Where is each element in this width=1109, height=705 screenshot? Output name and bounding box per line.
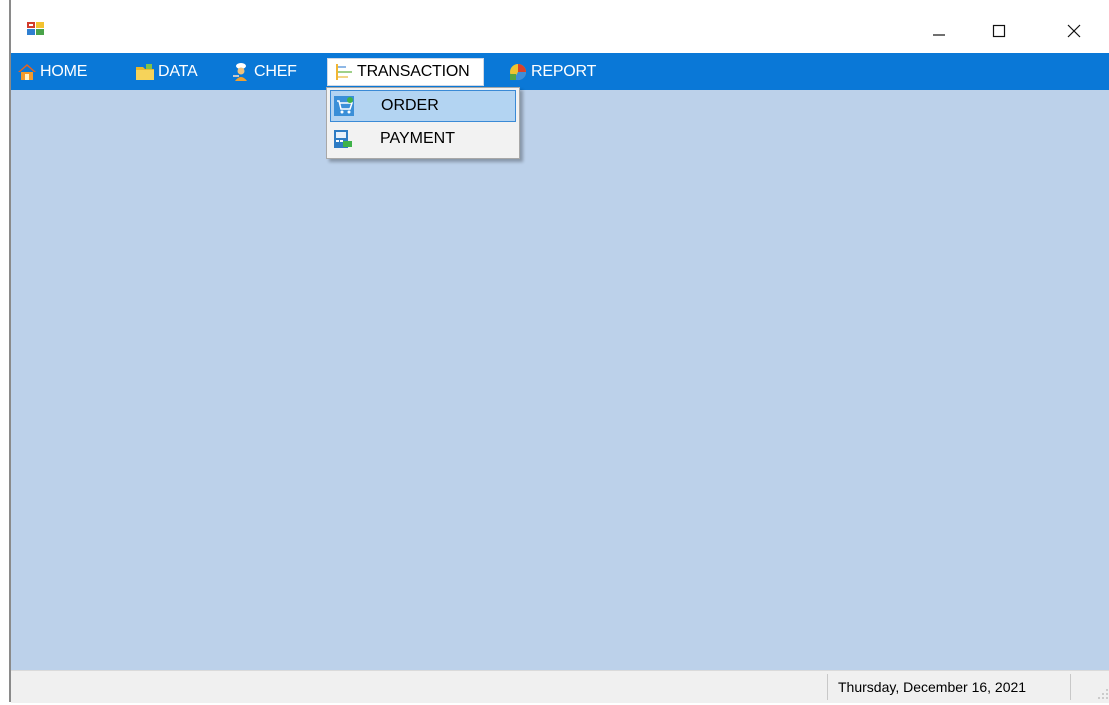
minimize-icon [933,34,945,36]
menu-item-transaction[interactable]: TRANSACTION [327,58,485,86]
status-bar: Thursday, December 16, 2021 [11,670,1109,703]
menu-item-label: CHEF [254,63,297,80]
menu-bar: HOME DATA CHEF TRANSACTION REPORT [11,53,1109,90]
maximize-button[interactable] [976,14,1022,48]
transaction-icon [334,62,354,82]
title-bar[interactable] [11,0,1109,53]
dropdown-item-label: PAYMENT [380,130,455,147]
close-icon [1067,24,1081,38]
app-window: HOME DATA CHEF TRANSACTION REPORT ORDER … [0,0,1109,703]
menu-item-label: TRANSACTION [357,63,470,80]
status-date: Thursday, December 16, 2021 [827,674,1071,700]
close-button[interactable] [1051,14,1097,48]
dropdown-item-order[interactable]: ORDER [330,90,516,122]
home-icon [17,62,37,82]
mdi-client-area [11,90,1109,670]
menu-item-label: HOME [40,63,88,80]
report-icon [508,62,528,82]
menu-item-report[interactable]: REPORT [508,58,596,86]
menu-item-data[interactable]: DATA [135,58,198,86]
menu-item-label: DATA [158,63,198,80]
resize-grip-icon[interactable] [1097,687,1109,699]
dropdown-item-label: ORDER [381,97,439,114]
menu-item-chef[interactable]: CHEF [231,58,297,86]
dropdown-item-payment[interactable]: PAYMENT [330,124,516,154]
payment-icon [333,129,353,149]
chef-icon [231,62,251,82]
maximize-icon [992,24,1006,38]
menu-item-label: REPORT [531,63,597,80]
app-icon [27,21,45,37]
transaction-dropdown: ORDER PAYMENT [326,87,520,159]
folder-icon [135,62,155,82]
menu-item-home[interactable]: HOME [17,58,87,86]
minimize-button[interactable] [916,14,962,48]
cart-icon [334,96,354,116]
